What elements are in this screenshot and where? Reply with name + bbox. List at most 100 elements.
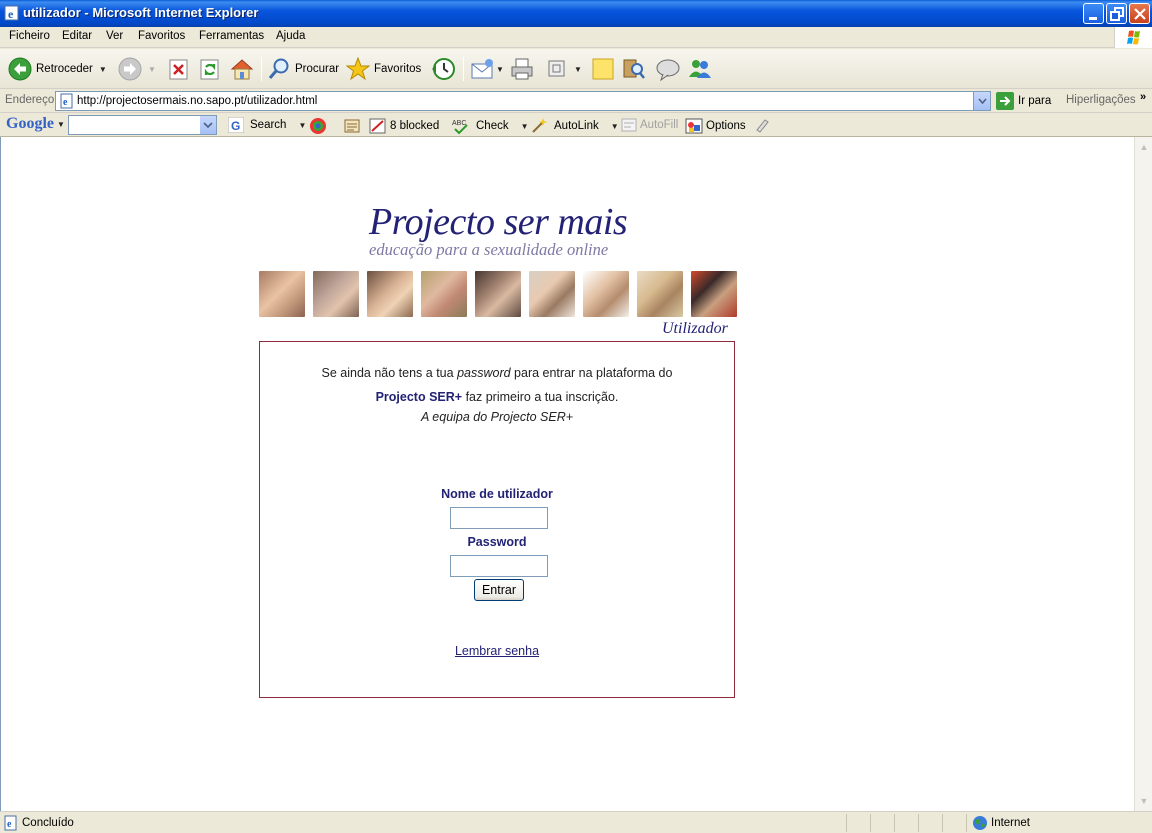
options-button[interactable]: Options [685, 117, 746, 135]
google-logo: Google [6, 115, 54, 132]
close-button[interactable] [1129, 3, 1150, 24]
menu-ficheiro[interactable]: Ficheiro [9, 30, 50, 42]
print-button[interactable] [509, 55, 535, 83]
print-icon [511, 58, 533, 80]
menu-favoritos[interactable]: Favoritos [138, 30, 185, 42]
menu-ferramentas[interactable]: Ferramentas [199, 30, 264, 42]
minimize-button[interactable] [1083, 3, 1104, 24]
status-divider [918, 814, 919, 832]
spellcheck-button[interactable]: ABC Check ▼ [452, 117, 529, 135]
popup-blocker-button[interactable]: 8 blocked [369, 117, 439, 135]
scroll-down-icon[interactable]: ▼ [1136, 793, 1152, 809]
security-zone: Internet [991, 817, 1030, 829]
forward-dropdown-icon[interactable]: ▼ [148, 65, 156, 74]
photo-boy [367, 271, 413, 317]
title-bar: e utilizador - Microsoft Internet Explor… [0, 0, 1152, 27]
section-title: Utilizador [662, 320, 728, 337]
project-name: Projecto SER+ [375, 390, 463, 404]
intro-text: faz primeiro a tua inscrição. [462, 390, 619, 404]
login-panel: Se ainda não tens a tua password para en… [259, 341, 735, 698]
forward-arrow-icon [118, 57, 142, 81]
history-button[interactable] [430, 55, 456, 83]
research-button[interactable] [621, 55, 647, 83]
notes-button[interactable] [591, 55, 615, 83]
status-divider [942, 814, 943, 832]
back-button[interactable]: Retroceder ▼ [8, 55, 107, 83]
check-dropdown-icon[interactable]: ▼ [521, 122, 529, 131]
discuss-icon [656, 59, 680, 81]
favorites-button[interactable]: Favoritos [346, 55, 421, 83]
intro-text: Se ainda não tens a tua [321, 366, 458, 380]
restore-button[interactable] [1106, 3, 1127, 24]
forward-button[interactable]: ▼ [118, 55, 156, 83]
vertical-scrollbar[interactable]: ▲ ▼ [1134, 137, 1152, 811]
svg-text:G: G [231, 119, 240, 133]
chevron-right-icon[interactable]: » [1140, 91, 1146, 103]
history-icon [432, 58, 455, 80]
autolink-label: AutoLink [554, 120, 599, 132]
toolbar-separator [261, 57, 262, 81]
photo-couple-5 [637, 271, 683, 317]
highlight-pen-icon[interactable] [754, 117, 770, 133]
team-signature: A equipa do Projecto SER+ [420, 410, 574, 424]
blocked-count: 8 blocked [390, 120, 440, 132]
intro-line-1: Se ainda não tens a tua password para en… [260, 366, 734, 380]
photo-girl [475, 271, 521, 317]
messenger-button[interactable] [687, 55, 713, 83]
go-button[interactable]: Ir para [996, 92, 1051, 110]
status-divider [846, 814, 847, 832]
status-divider [894, 814, 895, 832]
svg-text:ABC: ABC [452, 120, 466, 127]
refresh-icon [200, 59, 219, 80]
site-tagline: educação para a sexualidade online [369, 240, 609, 259]
forgot-password-link[interactable]: Lembrar senha [260, 644, 734, 658]
mail-dropdown-icon[interactable]: ▼ [496, 65, 504, 74]
password-label: Password [467, 535, 527, 549]
username-field[interactable] [450, 507, 548, 529]
research-icon [623, 59, 645, 79]
status-divider [870, 814, 871, 832]
password-field[interactable] [450, 555, 548, 577]
search-button[interactable]: Procurar [267, 55, 339, 83]
mail-icon [471, 59, 493, 79]
google-search-button[interactable]: G Search ▼ [228, 117, 306, 133]
photo-couple-1 [259, 271, 305, 317]
links-toolbar[interactable]: Hiperligações [1066, 94, 1136, 106]
google-search-dropdown-icon[interactable] [200, 116, 216, 134]
favorites-label: Favoritos [374, 63, 422, 75]
autofill-button[interactable]: AutoFill [621, 117, 678, 133]
search-dropdown-icon[interactable]: ▼ [298, 121, 306, 130]
edit-dropdown-icon[interactable]: ▼ [574, 65, 582, 74]
discuss-button[interactable] [655, 55, 681, 83]
menu-ajuda[interactable]: Ajuda [276, 30, 305, 42]
check-label: Check [476, 120, 509, 132]
edit-icon [548, 60, 565, 77]
stop-button[interactable] [168, 55, 190, 83]
pagerank-icon[interactable] [309, 117, 327, 135]
back-dropdown-icon[interactable]: ▼ [99, 65, 107, 74]
google-logo-menu[interactable]: Google ▼ [6, 115, 65, 133]
address-dropdown-icon[interactable] [973, 92, 990, 110]
mail-button[interactable]: ▼ [470, 55, 504, 83]
back-label: Retroceder [36, 63, 93, 75]
news-icon[interactable] [343, 117, 361, 135]
scroll-up-icon[interactable]: ▲ [1136, 139, 1152, 155]
edit-button[interactable]: ▼ [546, 55, 582, 83]
google-search-input[interactable] [68, 115, 217, 135]
menu-editar[interactable]: Editar [62, 30, 92, 42]
address-input[interactable]: e http://projectosermais.no.sapo.pt/util… [55, 91, 991, 111]
page-done-icon: e [4, 815, 17, 831]
status-text: Concluído [22, 817, 74, 829]
status-divider [966, 814, 967, 832]
home-button[interactable] [229, 55, 255, 83]
autolink-button[interactable]: AutoLink ▼ [530, 117, 619, 135]
refresh-button[interactable] [199, 55, 221, 83]
autolink-dropdown-icon[interactable]: ▼ [611, 122, 619, 131]
autofill-label: AutoFill [640, 119, 679, 131]
windows-logo-icon [1114, 27, 1152, 48]
google-menu-dropdown-icon: ▼ [57, 119, 65, 129]
sticky-note-icon [592, 58, 614, 80]
login-button[interactable]: Entrar [474, 579, 524, 601]
menu-ver[interactable]: Ver [106, 30, 123, 42]
standard-toolbar: Retroceder ▼ ▼ Procurar Favoritos ▼ ▼ [0, 49, 1152, 89]
